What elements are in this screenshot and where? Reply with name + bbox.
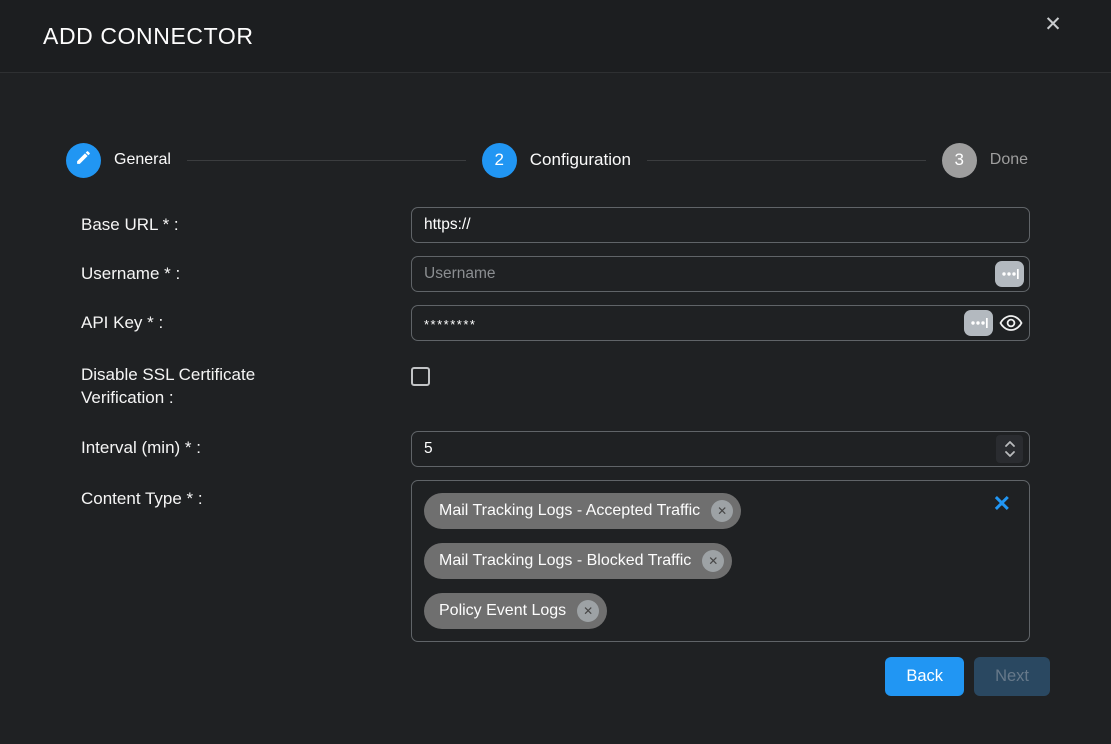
stepper-connector-line bbox=[647, 160, 926, 161]
interval-row: Interval (min) * : bbox=[81, 431, 1030, 467]
step-configuration-circle: 2 bbox=[482, 143, 517, 178]
chip-remove-icon[interactable]: ✕ bbox=[711, 500, 733, 522]
step-configuration[interactable]: 2 Configuration bbox=[482, 143, 631, 178]
next-button[interactable]: Next bbox=[974, 657, 1050, 696]
step-general-label: General bbox=[114, 151, 171, 169]
chip-label: Mail Tracking Logs - Accepted Traffic bbox=[439, 502, 700, 520]
chip-label: Policy Event Logs bbox=[439, 602, 566, 620]
username-input[interactable] bbox=[411, 256, 1030, 292]
content-type-row: Content Type * : Mail Tracking Logs - Ac… bbox=[81, 480, 1030, 642]
ssl-verification-checkbox[interactable] bbox=[411, 367, 430, 386]
username-row: Username * : bbox=[81, 256, 1030, 292]
step-done-label: Done bbox=[990, 151, 1028, 169]
dialog-footer: Back Next bbox=[0, 657, 1050, 696]
expression-ellipsis-icon[interactable] bbox=[995, 261, 1024, 287]
ssl-verification-label: Disable SSL Certificate Verification : bbox=[81, 364, 411, 410]
step-done: 3 Done bbox=[942, 143, 1028, 178]
chip-label: Mail Tracking Logs - Blocked Traffic bbox=[439, 552, 691, 570]
interval-input[interactable] bbox=[411, 431, 1030, 467]
wizard-stepper: General 2 Configuration 3 Done bbox=[66, 142, 1028, 178]
step-configuration-label: Configuration bbox=[530, 150, 631, 170]
chip-blocked-traffic: Mail Tracking Logs - Blocked Traffic ✕ bbox=[424, 543, 732, 579]
pencil-icon bbox=[75, 149, 92, 171]
clear-selection-icon[interactable]: ✕ bbox=[993, 493, 1011, 515]
stepper-connector-line bbox=[187, 160, 466, 161]
step-done-circle: 3 bbox=[942, 143, 977, 178]
chip-list: Mail Tracking Logs - Accepted Traffic ✕ … bbox=[424, 493, 1017, 629]
base-url-label: Base URL * : bbox=[81, 214, 411, 237]
connector-form: Base URL * : Username * : API Key * : bbox=[81, 207, 1030, 642]
username-label: Username * : bbox=[81, 263, 411, 286]
dialog-header: ADD CONNECTOR ✕ bbox=[0, 0, 1111, 73]
interval-label: Interval (min) * : bbox=[81, 437, 411, 460]
chip-remove-icon[interactable]: ✕ bbox=[702, 550, 724, 572]
chip-accepted-traffic: Mail Tracking Logs - Accepted Traffic ✕ bbox=[424, 493, 741, 529]
ssl-verification-row: Disable SSL Certificate Verification : bbox=[81, 354, 1030, 418]
content-type-label: Content Type * : bbox=[81, 480, 411, 511]
content-type-multiselect[interactable]: Mail Tracking Logs - Accepted Traffic ✕ … bbox=[411, 480, 1030, 642]
show-password-eye-icon[interactable] bbox=[998, 312, 1024, 334]
base-url-input[interactable] bbox=[411, 207, 1030, 243]
close-icon[interactable]: ✕ bbox=[1039, 10, 1067, 38]
chip-remove-icon[interactable]: ✕ bbox=[577, 600, 599, 622]
step-general[interactable]: General bbox=[66, 143, 171, 178]
api-key-label: API Key * : bbox=[81, 312, 411, 335]
dialog-title: ADD CONNECTOR bbox=[43, 23, 254, 50]
expression-ellipsis-icon[interactable] bbox=[964, 310, 993, 336]
number-spinner-icon[interactable] bbox=[996, 435, 1023, 463]
add-connector-dialog: { "colors": { "accent": "#2196f3", "back… bbox=[0, 0, 1111, 744]
api-key-input[interactable] bbox=[411, 305, 1030, 341]
base-url-row: Base URL * : bbox=[81, 207, 1030, 243]
back-button[interactable]: Back bbox=[885, 657, 964, 696]
chip-policy-event-logs: Policy Event Logs ✕ bbox=[424, 593, 607, 629]
api-key-row: API Key * : bbox=[81, 305, 1030, 341]
step-general-circle bbox=[66, 143, 101, 178]
